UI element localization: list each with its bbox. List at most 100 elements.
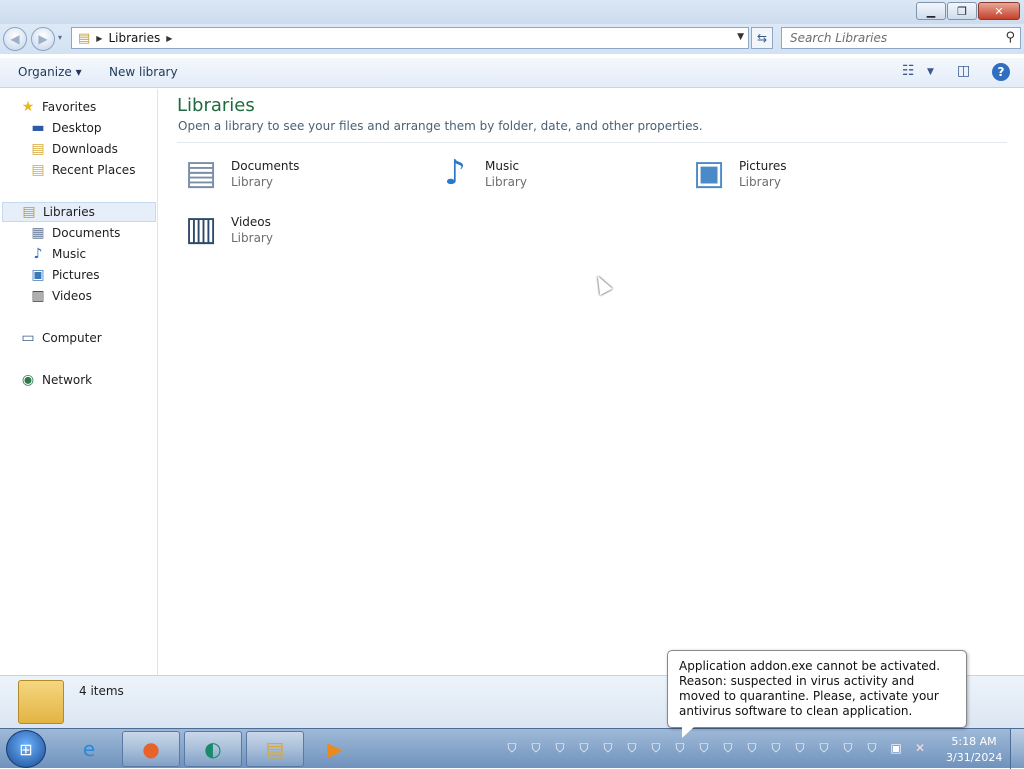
recent-places-icon: ▤ bbox=[31, 162, 45, 178]
divider bbox=[177, 142, 1007, 143]
shield-icon[interactable]: ⛉ bbox=[841, 741, 855, 755]
search-input[interactable]: Search Libraries ⚲ bbox=[781, 27, 1021, 49]
start-button[interactable]: ⊞ bbox=[6, 730, 46, 768]
sidebar-item-label: Documents bbox=[52, 226, 121, 240]
notification-area: ⛉ ⛉ ⛉ ⛉ ⛉ ⛉ ⛉ ⛉ ⛉ ⛉ ⛉ ⛉ ⛉ ⛉ ⛉ ⛉ ▣ ✕ bbox=[505, 741, 927, 755]
shield-icon[interactable]: ⛉ bbox=[577, 741, 591, 755]
sidebar-item-label: Network bbox=[42, 373, 93, 387]
forward-button[interactable]: ▶ bbox=[31, 27, 55, 51]
firefox-icon[interactable]: ● bbox=[122, 731, 180, 767]
restore-button[interactable]: ❐ bbox=[947, 2, 977, 20]
sidebar-item-network[interactable]: ◉ Network bbox=[19, 370, 92, 390]
documents-icon: ▦ bbox=[31, 225, 45, 241]
shield-icon[interactable]: ⛉ bbox=[865, 741, 879, 755]
chevron-right-icon[interactable]: ▶ bbox=[96, 34, 102, 43]
refresh-button[interactable]: ⇆ bbox=[751, 27, 773, 49]
library-type: Library bbox=[485, 175, 527, 189]
library-type: Library bbox=[739, 175, 781, 189]
sidebar-item-label: Videos bbox=[52, 289, 92, 303]
star-icon: ★ bbox=[21, 99, 35, 115]
search-placeholder: Search Libraries bbox=[790, 31, 888, 45]
shield-icon[interactable]: ⛉ bbox=[625, 741, 639, 755]
library-name: Videos bbox=[231, 215, 271, 229]
internet-explorer-icon[interactable]: e bbox=[60, 731, 118, 767]
page-title: Libraries bbox=[177, 95, 255, 116]
sidebar-item-pictures[interactable]: ▣ Pictures bbox=[29, 265, 99, 285]
library-item-documents[interactable]: ▤ Documents Library bbox=[177, 149, 417, 199]
sidebar-item-label: Favorites bbox=[42, 100, 97, 114]
explorer-icon[interactable]: ▤ bbox=[246, 731, 304, 767]
notification-balloon[interactable]: Application addon.exe cannot be activate… bbox=[667, 650, 967, 738]
downloads-folder-icon: ▤ bbox=[31, 141, 45, 157]
shield-icon[interactable]: ⛉ bbox=[601, 741, 615, 755]
sidebar-item-label: Computer bbox=[42, 331, 102, 345]
shield-icon[interactable]: ⛉ bbox=[817, 741, 831, 755]
preview-pane-icon[interactable]: ◫ bbox=[957, 63, 970, 79]
close-button[interactable]: ✕ bbox=[978, 2, 1020, 20]
volume-muted-icon[interactable]: ✕ bbox=[913, 741, 927, 755]
shield-icon[interactable]: ⛉ bbox=[769, 741, 783, 755]
sidebar-item-videos[interactable]: ▥ Videos bbox=[29, 286, 92, 306]
change-view-icon[interactable]: ☷ bbox=[902, 63, 915, 79]
chevron-down-icon[interactable]: ▼ bbox=[927, 67, 934, 77]
sidebar-item-label: Downloads bbox=[52, 142, 118, 156]
recent-pages-icon[interactable]: ▾ bbox=[58, 33, 62, 42]
sidebar-item-music[interactable]: ♪ Music bbox=[29, 244, 87, 264]
network-tray-icon[interactable]: ▣ bbox=[889, 741, 903, 755]
address-bar[interactable]: ▤ ▶ Libraries ▶ ▼ bbox=[71, 27, 749, 49]
media-player-icon[interactable]: ▶ bbox=[306, 731, 364, 767]
sidebar-item-label: Music bbox=[52, 247, 87, 261]
sidebar-item-desktop[interactable]: ▬ Desktop bbox=[29, 118, 101, 138]
organize-button[interactable]: Organize ▾ bbox=[18, 65, 82, 79]
clock[interactable]: 5:18 AM 3/31/2024 bbox=[946, 734, 1002, 766]
clock-date: 3/31/2024 bbox=[946, 751, 1003, 764]
videos-library-icon: ▥ bbox=[184, 209, 218, 249]
explorer-window: ▁ ❐ ✕ ◀ ▶ ▾ ▤ ▶ Libraries ▶ ▼ ⇆ Search L… bbox=[0, 0, 1024, 728]
shield-icon[interactable]: ⛉ bbox=[793, 741, 807, 755]
breadcrumb-libraries[interactable]: Libraries bbox=[108, 31, 160, 45]
sidebar-item-computer[interactable]: ▭ Computer bbox=[19, 328, 102, 348]
show-desktop-button[interactable] bbox=[1010, 729, 1024, 769]
minimize-button[interactable]: ▁ bbox=[916, 2, 946, 20]
back-button[interactable]: ◀ bbox=[3, 27, 27, 51]
library-item-pictures[interactable]: ▣ Pictures Library bbox=[685, 149, 925, 199]
clock-time: 5:18 AM bbox=[951, 735, 997, 748]
library-item-videos[interactable]: ▥ Videos Library bbox=[177, 205, 417, 255]
libraries-folder-icon bbox=[18, 680, 64, 724]
help-icon[interactable]: ? bbox=[992, 63, 1010, 81]
shield-icon[interactable]: ⛉ bbox=[529, 741, 543, 755]
title-bar[interactable]: ▁ ❐ ✕ bbox=[0, 0, 1024, 24]
library-type: Library bbox=[231, 231, 273, 245]
sidebar-item-recent-places[interactable]: ▤ Recent Places bbox=[29, 160, 135, 180]
sidebar-item-downloads[interactable]: ▤ Downloads bbox=[29, 139, 118, 159]
library-type: Library bbox=[231, 175, 273, 189]
shield-icon[interactable]: ⛉ bbox=[505, 741, 519, 755]
navigation-pane: ★ Favorites ▬ Desktop ▤ Downloads ▤ Rece… bbox=[0, 89, 158, 675]
shield-icon[interactable]: ⛉ bbox=[745, 741, 759, 755]
sidebar-item-label: Libraries bbox=[43, 205, 95, 219]
library-item-music[interactable]: ♪ Music Library bbox=[431, 149, 671, 199]
shield-icon[interactable]: ⛉ bbox=[553, 741, 567, 755]
command-bar: Organize ▾ New library ☷ ▼ ◫ ? bbox=[0, 58, 1024, 88]
sidebar-item-documents[interactable]: ▦ Documents bbox=[29, 223, 120, 243]
music-icon: ♪ bbox=[33, 246, 43, 262]
shield-icon[interactable]: ⛉ bbox=[721, 741, 735, 755]
search-icon[interactable]: ⚲ bbox=[1005, 30, 1015, 45]
sidebar-item-favorites[interactable]: ★ Favorites bbox=[19, 97, 97, 117]
page-description: Open a library to see your files and arr… bbox=[178, 119, 703, 133]
libraries-folder-icon: ▤ bbox=[78, 30, 91, 46]
network-icon: ◉ bbox=[21, 372, 35, 388]
documents-library-icon: ▤ bbox=[184, 153, 218, 193]
chevron-down-icon[interactable]: ▼ bbox=[737, 32, 744, 42]
shield-icon[interactable]: ⛉ bbox=[697, 741, 711, 755]
shield-icon[interactable]: ⛉ bbox=[673, 741, 687, 755]
chevron-right-icon[interactable]: ▶ bbox=[166, 34, 172, 43]
shield-icon[interactable]: ⛉ bbox=[649, 741, 663, 755]
navigation-bar: ◀ ▶ ▾ ▤ ▶ Libraries ▶ ▼ ⇆ Search Librari… bbox=[0, 24, 1024, 54]
libraries-icon: ▤ bbox=[22, 204, 36, 220]
sidebar-item-label: Recent Places bbox=[52, 163, 136, 177]
sidebar-item-libraries[interactable]: ▤ Libraries bbox=[2, 202, 156, 222]
pictures-icon: ▣ bbox=[31, 267, 45, 283]
new-library-button[interactable]: New library bbox=[109, 65, 178, 79]
app-icon[interactable]: ◐ bbox=[184, 731, 242, 767]
